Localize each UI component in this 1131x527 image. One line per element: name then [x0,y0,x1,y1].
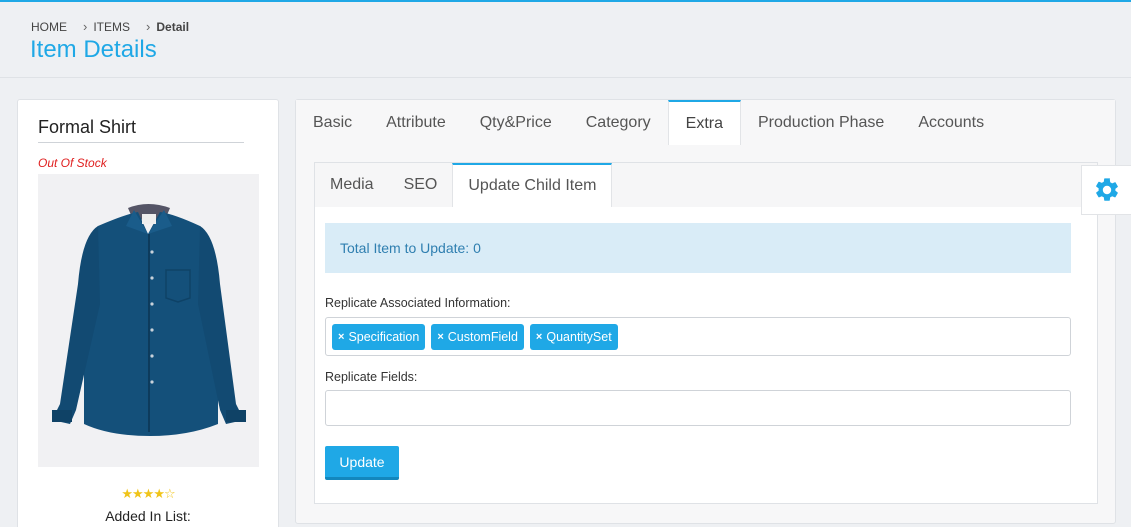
remove-tag-icon[interactable]: × [437,331,443,343]
tab-attribute[interactable]: Attribute [369,100,463,145]
page-title: Item Details [30,36,157,63]
tag-label: QuantitySet [546,329,612,344]
tag-quantityset: × QuantitySet [529,323,618,350]
breadcrumb: HOME › ITEMS › Detail [31,19,189,34]
product-image [38,174,259,467]
star-full-icon: ★ [153,486,165,501]
star-full-icon: ★ [121,486,133,501]
extra-tab-content: Media SEO Update Child Item Total Item t… [314,162,1098,504]
page-header: HOME › ITEMS › Detail Item Details [0,2,1131,78]
replicate-fields-label: Replicate Fields: [325,370,418,384]
breadcrumb-items[interactable]: ITEMS [93,20,130,34]
tab-extra[interactable]: Extra [667,100,741,145]
total-item-text: Total Item to Update: 0 [340,240,481,256]
settings-toggle[interactable] [1081,165,1131,215]
tab-qty-price[interactable]: Qty&Price [463,100,569,145]
total-item-info: Total Item to Update: 0 [325,223,1071,273]
subtab-seo[interactable]: SEO [389,163,453,207]
tab-category[interactable]: Category [569,100,668,145]
item-detail-panel: Basic Attribute Qty&Price Category Extra… [295,99,1116,524]
stock-status: Out Of Stock [38,156,107,170]
tag-label: CustomField [447,329,518,344]
sub-tabs: Media SEO Update Child Item [315,163,1097,207]
tag-customfield: × CustomField [431,323,524,350]
added-in-list-label: Added In List: [105,508,191,524]
tab-accounts[interactable]: Accounts [901,100,1001,145]
replicate-associated-input[interactable]: × Specification × CustomField × QuantitySet [325,317,1071,356]
subtab-media[interactable]: Media [315,163,389,207]
breadcrumb-current: Detail [156,19,190,34]
update-button[interactable]: Update [325,446,399,480]
tab-production-phase[interactable]: Production Phase [741,100,901,145]
tab-basic[interactable]: Basic [296,100,369,145]
chevron-right-icon: › [146,19,151,34]
star-full-icon: ★ [142,486,155,501]
chevron-right-icon: › [83,19,88,34]
subtab-update-child-item[interactable]: Update Child Item [452,163,613,207]
star-full-icon: ★ [132,486,144,501]
remove-tag-icon[interactable]: × [536,331,542,343]
star-empty-icon: ☆ [163,486,176,501]
star-rating: ★★★★☆ [18,486,278,502]
remove-tag-icon[interactable]: × [338,331,344,343]
replicate-fields-input[interactable] [325,390,1071,426]
replicate-associated-label: Replicate Associated Information: [325,296,511,310]
product-name: Formal Shirt [38,117,244,143]
breadcrumb-home[interactable]: HOME [31,20,67,34]
gear-icon [1095,178,1118,201]
tag-specification: × Specification [332,323,426,350]
tag-label: Specification [348,329,420,344]
main-tabs: Basic Attribute Qty&Price Category Extra… [296,100,1115,145]
product-summary-card: Formal Shirt Out Of Stock ★★★★☆ Added In… [17,99,279,527]
